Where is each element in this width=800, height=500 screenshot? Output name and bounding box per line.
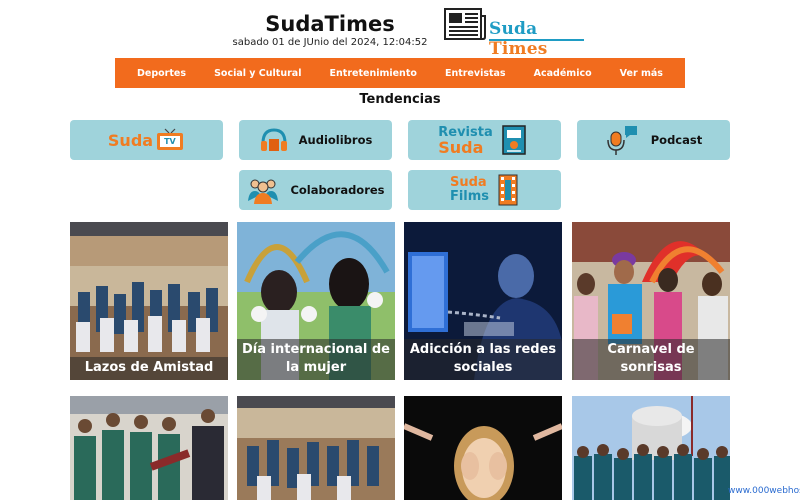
tv-badge: TV (164, 137, 176, 146)
article-card-adiccion-redes[interactable]: Adicción a las redes sociales (404, 222, 562, 380)
section-title-tendencias: Tendencias (359, 92, 441, 107)
tile-audiolibros[interactable]: Audiolibros (239, 120, 392, 160)
films-line1: Suda (449, 175, 487, 190)
nav-deportes[interactable]: Deportes (137, 68, 186, 79)
article-card-lazos-de-amistad[interactable]: Lazos de Amistad (70, 222, 228, 380)
newspaper-icon (444, 8, 486, 40)
nav-social-cultural[interactable]: Social y Cultural (214, 68, 301, 79)
magazine-icon (501, 125, 526, 155)
site-logo[interactable]: Suda Times (443, 6, 588, 59)
logo-word-suda: Suda (489, 19, 538, 39)
microphone-icon (607, 126, 637, 155)
article-card-dia-de-la-mujer[interactable]: Día internacional de la mujer (237, 222, 395, 380)
nav-ver-mas[interactable]: Ver más (620, 68, 663, 79)
tile-podcast-label: Podcast (650, 133, 703, 147)
logo-underline (489, 39, 584, 41)
article-card-row2-2[interactable] (237, 396, 395, 500)
tile-podcast[interactable]: Podcast (577, 120, 730, 160)
tile-audiolibros-label: Audiolibros (298, 133, 373, 147)
team-icon (248, 179, 279, 204)
tile-revista-suda[interactable]: Revista Suda (408, 120, 561, 160)
tile-colaboradores[interactable]: Colaboradores (239, 170, 392, 210)
article-card-row2-3[interactable] (404, 396, 562, 500)
article-photo (404, 396, 562, 500)
films-line2: Films (449, 189, 490, 204)
article-card-row2-1[interactable] (70, 396, 228, 500)
headphones-icon (260, 128, 287, 151)
article-title: Lazos de Amistad (70, 357, 228, 380)
logo-word-times: Times (489, 39, 548, 59)
article-card-carnaval[interactable]: Carnavel de sonrisas (572, 222, 730, 380)
article-title: Carnavel de sonrisas (572, 339, 730, 380)
suda-tv-word: Suda (107, 130, 154, 150)
tile-colaboradores-label: Colaboradores (290, 183, 385, 197)
tile-suda-films[interactable]: Suda Films (408, 170, 561, 210)
article-title: Adicción a las redes sociales (404, 339, 562, 380)
main-nav: Deportes Social y Cultural Entretenimien… (115, 58, 685, 88)
host-link[interactable]: www.000webhost (728, 486, 800, 496)
article-title: Día internacional de la mujer (237, 339, 395, 380)
nav-entretenimiento[interactable]: Entretenimiento (330, 68, 417, 79)
date-time: sabado 01 de JUnio del 2024, 12:04:52 (232, 37, 428, 48)
article-photo (237, 396, 395, 500)
tv-icon: TV (155, 128, 185, 152)
article-photo (572, 396, 730, 500)
nav-entrevistas[interactable]: Entrevistas (445, 68, 506, 79)
nav-academico[interactable]: Académico (534, 68, 592, 79)
page: SudaTimes sabado 01 de JUnio del 2024, 1… (0, 0, 800, 500)
tile-suda-tv[interactable]: Suda TV (70, 120, 223, 160)
revista-text: Revista Suda (438, 125, 492, 157)
site-title: SudaTimes (265, 12, 395, 36)
article-photo (70, 396, 228, 500)
film-strip-icon (498, 174, 518, 206)
films-text: Suda Films (450, 176, 489, 204)
article-card-row2-4[interactable] (572, 396, 730, 500)
revista-line2: Suda (438, 138, 484, 157)
